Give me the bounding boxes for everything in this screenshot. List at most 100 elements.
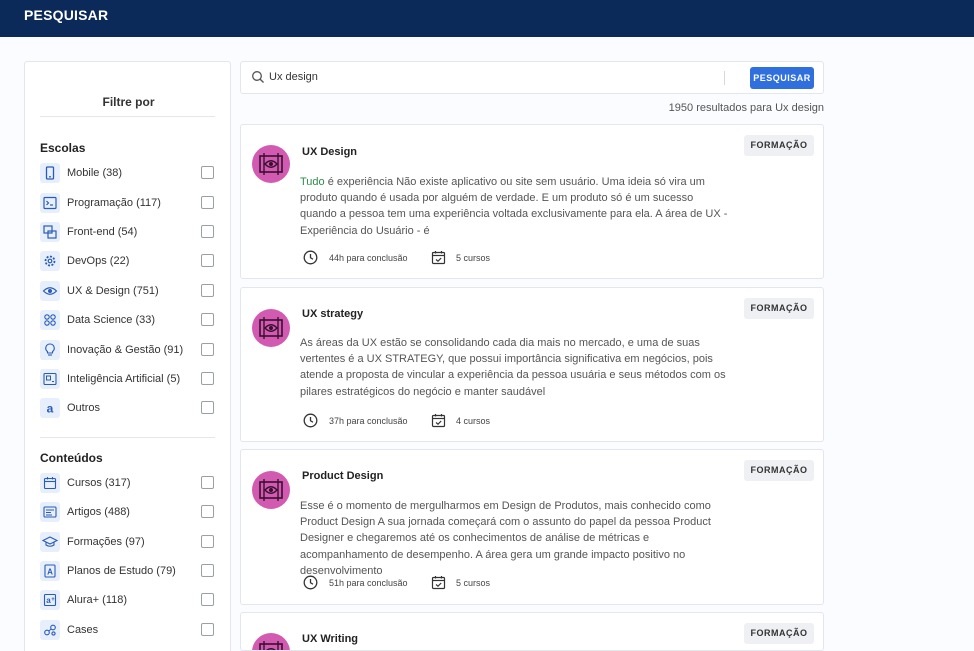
design-eye-icon — [252, 145, 290, 183]
filter-item-programacao[interactable]: Programação (117) — [40, 193, 215, 213]
filter-checkbox[interactable] — [201, 254, 214, 267]
card-title[interactable]: UX strategy — [302, 308, 363, 320]
courses-count: 4 cursos — [456, 416, 491, 426]
filter-label: Artigos (488) — [67, 506, 130, 518]
filter-item-inteligencia-artificial[interactable]: Inteligência Artificial (5) — [40, 369, 215, 389]
filter-label: Formações (97) — [67, 536, 145, 548]
filter-checkbox[interactable] — [201, 505, 214, 518]
top-bar: PESQUISAR — [0, 0, 974, 37]
card-meta: 37h para conclusão 4 cursos — [302, 412, 522, 430]
filter-label: Mobile (38) — [67, 167, 123, 179]
filter-label: Data Science (33) — [67, 314, 156, 326]
filter-checkbox[interactable] — [201, 623, 214, 636]
filter-label: Front-end (54) — [67, 226, 138, 238]
highlighted-term: Tudo — [300, 176, 325, 188]
filter-label: Inovação & Gestão (91) — [67, 344, 184, 356]
terminal-icon — [40, 193, 60, 213]
filter-item-devops[interactable]: DevOps (22) — [40, 251, 215, 271]
eye-icon — [40, 281, 60, 301]
type-badge: FORMAÇÃO — [744, 623, 814, 644]
card-description: As áreas da UX estão se consolidando cad… — [300, 337, 726, 398]
filter-checkbox[interactable] — [201, 564, 214, 577]
filter-sidebar: Filtre por Escolas Mobile (38) Programaç… — [24, 61, 231, 651]
filter-item-artigos[interactable]: Artigos (488) — [40, 502, 215, 522]
filter-checkbox[interactable] — [201, 535, 214, 548]
molecule-icon — [40, 310, 60, 330]
filter-label: DevOps (22) — [67, 255, 130, 267]
filter-checkbox[interactable] — [201, 401, 214, 414]
filter-item-front-end[interactable]: Front-end (54) — [40, 222, 215, 242]
design-eye-icon — [252, 633, 290, 650]
filter-checkbox[interactable] — [201, 196, 214, 209]
schools-title: Escolas — [40, 141, 86, 155]
filter-checkbox[interactable] — [201, 313, 214, 326]
courses-count: 5 cursos — [456, 578, 491, 588]
search-input[interactable] — [269, 71, 689, 83]
filter-checkbox[interactable] — [201, 225, 214, 238]
calendar-check-icon — [430, 574, 447, 591]
alura-icon: a — [40, 398, 60, 418]
card-title[interactable]: Product Design — [302, 470, 383, 482]
filter-item-cursos[interactable]: Cursos (317) — [40, 473, 215, 493]
filter-checkbox[interactable] — [201, 166, 214, 179]
design-eye-icon — [252, 309, 290, 347]
design-eye-icon — [252, 471, 290, 509]
filter-checkbox[interactable] — [201, 343, 214, 356]
filter-item-data-science[interactable]: Data Science (33) — [40, 310, 215, 330]
calendar-check-icon — [430, 249, 447, 266]
filter-item-inovacao-gestao[interactable]: Inovação & Gestão (91) — [40, 340, 215, 360]
divider — [40, 116, 215, 117]
filter-item-alura-plus[interactable]: a + Alura+ (118) — [40, 590, 215, 610]
type-badge: FORMAÇÃO — [744, 298, 814, 319]
contents-title: Conteúdos — [40, 451, 103, 465]
article-icon — [40, 502, 60, 522]
svg-text:a: a — [47, 402, 54, 416]
calendar-icon — [40, 473, 60, 493]
filter-item-outros[interactable]: a Outros — [40, 398, 215, 418]
filter-checkbox[interactable] — [201, 372, 214, 385]
cases-icon — [40, 620, 60, 640]
filter-label: Alura+ (118) — [67, 594, 128, 606]
card-description: Esse é o momento de mergulharmos em Desi… — [300, 500, 711, 577]
frontend-icon — [40, 222, 60, 242]
card-meta: 51h para conclusão 5 cursos — [302, 574, 522, 592]
calendar-check-icon — [430, 412, 447, 429]
filter-item-cases[interactable]: Cases — [40, 620, 215, 640]
filter-label: UX & Design (751) — [67, 285, 159, 297]
card-title[interactable]: UX Writing — [302, 633, 358, 645]
result-card[interactable]: UX Design FORMAÇÃO Tudo é experiência Nã… — [240, 124, 824, 279]
filter-checkbox[interactable] — [201, 284, 214, 297]
filter-label: Planos de Estudo (79) — [67, 565, 176, 577]
clock-icon — [302, 412, 319, 429]
result-card[interactable]: Product Design FORMAÇÃO Esse é o momento… — [240, 449, 824, 605]
card-description: Tudo é experiência Não existe aplicativo… — [300, 174, 732, 239]
filter-item-formacoes[interactable]: Formações (97) — [40, 532, 215, 552]
filter-label: Inteligência Artificial (5) — [67, 373, 181, 385]
filter-item-mobile[interactable]: Mobile (38) — [40, 163, 215, 183]
alura-plus-icon: a + — [40, 590, 60, 610]
card-meta: 44h para conclusão 5 cursos — [302, 249, 522, 267]
result-card[interactable]: UX Writing FORMAÇÃO — [240, 612, 824, 651]
graduation-cap-icon — [40, 532, 60, 552]
filter-label: Cases — [67, 624, 99, 636]
search-button[interactable]: PESQUISAR — [750, 67, 814, 89]
svg-text:A: A — [47, 568, 53, 577]
duration-text: 51h para conclusão — [329, 578, 408, 588]
search-icon — [251, 70, 265, 84]
filter-title: Filtre por — [102, 95, 155, 109]
filter-item-ux-design[interactable]: UX & Design (751) — [40, 281, 215, 301]
card-title[interactable]: UX Design — [302, 146, 357, 158]
divider — [40, 437, 215, 438]
result-card[interactable]: UX strategy FORMAÇÃO As áreas da UX estã… — [240, 287, 824, 442]
type-badge: FORMAÇÃO — [744, 135, 814, 156]
plan-icon: A — [40, 561, 60, 581]
mobile-icon — [40, 163, 60, 183]
lightbulb-icon — [40, 340, 60, 360]
duration-text: 44h para conclusão — [329, 253, 408, 263]
filter-checkbox[interactable] — [201, 476, 214, 489]
filter-item-planos-de-estudo[interactable]: A Planos de Estudo (79) — [40, 561, 215, 581]
page-title: PESQUISAR — [24, 7, 109, 23]
filter-checkbox[interactable] — [201, 593, 214, 606]
gear-icon — [40, 251, 60, 271]
courses-count: 5 cursos — [456, 253, 491, 263]
